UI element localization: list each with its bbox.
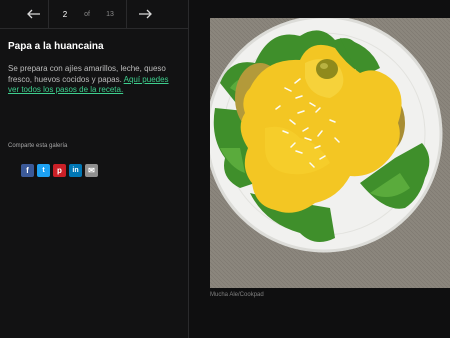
page-of-label: of <box>84 10 90 18</box>
panel-divider <box>188 0 189 338</box>
gallery-page: 2 of 13 Papa a la huancaina Se prepara c… <box>0 0 450 338</box>
total-pages: 13 <box>106 10 114 18</box>
gallery-item-title: Papa a la huancaina <box>8 41 104 52</box>
recipe-photo <box>210 18 450 288</box>
email-icon: ✉ <box>88 166 95 175</box>
gallery-pager: 2 of 13 <box>0 0 188 29</box>
arrow-left-icon <box>27 9 40 19</box>
pinterest-share-button[interactable]: p <box>53 164 66 177</box>
facebook-icon: f <box>26 166 29 175</box>
pinterest-icon: p <box>57 166 62 175</box>
food-image <box>210 18 450 288</box>
email-share-button[interactable]: ✉ <box>85 164 98 177</box>
left-panel: 2 of 13 Papa a la huancaina Se prepara c… <box>0 0 188 338</box>
gallery-item-description: Se prepara con ajíes amarillos, leche, q… <box>8 64 180 96</box>
current-page: 2 <box>62 9 68 19</box>
twitter-icon: t <box>42 167 45 174</box>
photo-credit: Mucha Ale/Cookpad <box>210 292 264 298</box>
arrow-right-icon <box>139 9 152 19</box>
linkedin-share-button[interactable]: in <box>69 164 82 177</box>
previous-button[interactable] <box>20 0 48 28</box>
linkedin-icon: in <box>72 167 79 174</box>
twitter-share-button[interactable]: t <box>37 164 50 177</box>
next-button[interactable] <box>131 0 159 28</box>
facebook-share-button[interactable]: f <box>21 164 34 177</box>
share-label: Comparte esta galería <box>8 143 68 149</box>
